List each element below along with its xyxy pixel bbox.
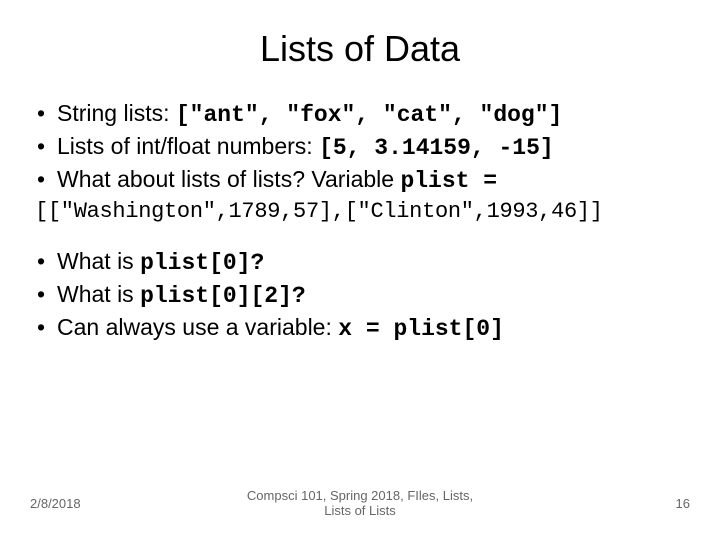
- bullet-text: What is: [57, 248, 140, 274]
- footer-line1: Compsci 101, Spring 2018, FIles, Lists,: [247, 488, 473, 503]
- list-item: String lists: ["ant", "fox", "cat", "dog…: [35, 98, 690, 131]
- code-text: ["ant", "fox", "cat", "dog"]: [176, 102, 562, 128]
- code-text: plist[0][2]?: [140, 283, 306, 309]
- footer-line2: Lists of Lists: [324, 503, 396, 518]
- bullet-list-2: What is plist[0]? What is plist[0][2]? C…: [30, 246, 690, 345]
- code-text: x = plist[0]: [338, 316, 504, 342]
- bullet-text: Can always use a variable:: [57, 314, 338, 340]
- footer-page-number: 16: [600, 496, 690, 511]
- code-text: plist =: [400, 168, 497, 194]
- bullet-text: String lists:: [57, 100, 176, 126]
- list-item: Can always use a variable: x = plist[0]: [35, 312, 690, 345]
- list-item: What is plist[0][2]?: [35, 279, 690, 312]
- nested-list-code: [["Washington",1789,57],["Clinton",1993,…: [30, 199, 690, 224]
- bullet-list-1: String lists: ["ant", "fox", "cat", "dog…: [30, 98, 690, 197]
- list-item: What about lists of lists? Variable plis…: [35, 164, 690, 197]
- bullet-text: What about lists of lists? Variable: [57, 166, 400, 192]
- code-text: plist[0]?: [140, 250, 264, 276]
- list-item: Lists of int/float numbers: [5, 3.14159,…: [35, 131, 690, 164]
- list-item: What is plist[0]?: [35, 246, 690, 279]
- slide-footer: 2/8/2018 Compsci 101, Spring 2018, FIles…: [0, 488, 720, 518]
- footer-course: Compsci 101, Spring 2018, FIles, Lists, …: [120, 488, 600, 518]
- footer-date: 2/8/2018: [30, 496, 120, 511]
- slide-title: Lists of Data: [30, 28, 690, 70]
- bullet-text: What is: [57, 281, 140, 307]
- bullet-text: Lists of int/float numbers:: [57, 133, 319, 159]
- code-text: [5, 3.14159, -15]: [319, 135, 554, 161]
